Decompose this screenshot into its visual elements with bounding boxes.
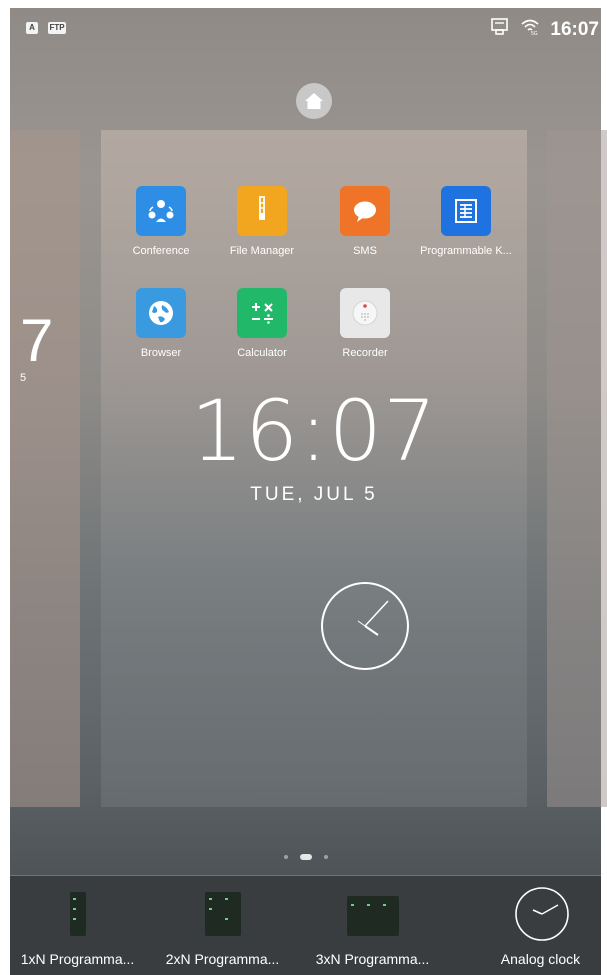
page-dot[interactable] [324, 855, 328, 859]
app-label: Conference [132, 245, 190, 257]
notification-icons: A FTP [26, 22, 66, 34]
analog-clock-widget[interactable] [320, 581, 410, 676]
widget-label: Analog clock [500, 951, 581, 967]
ethernet-icon [490, 18, 510, 41]
screen-border-top [0, 0, 607, 8]
a-badge-icon: A [26, 22, 38, 34]
page-dot-active[interactable] [300, 854, 312, 860]
app-browser[interactable]: Browser [113, 288, 209, 359]
analog-clock-icon [515, 887, 569, 941]
system-icons: 5G 16:07 [490, 18, 601, 41]
widget-tray: 1xN Programma... 2xN Programma... 3xN Pr… [10, 876, 601, 975]
home-icon [305, 93, 323, 109]
widget-1xn-programmable[interactable]: 1xN Programma... [10, 876, 145, 975]
widget-3xn-programmable[interactable]: 3xN Programma... [305, 876, 440, 975]
recorder-icon [340, 288, 390, 338]
widget-analog-clock[interactable]: Analog clock [473, 876, 607, 975]
sms-icon [340, 186, 390, 236]
widget-label: 2xN Programma... [165, 951, 280, 967]
app-calculator[interactable]: Calculator [214, 288, 310, 359]
analog-clock-icon [321, 582, 409, 670]
file-manager-icon [237, 186, 287, 236]
app-recorder[interactable]: Recorder [317, 288, 413, 359]
home-screen-left-preview[interactable]: 7 5 [10, 130, 80, 807]
page-dot[interactable] [284, 855, 288, 859]
widget-preview [204, 892, 241, 936]
programmable-keys-icon [441, 186, 491, 236]
svg-text:5G: 5G [531, 31, 538, 36]
conference-icon [136, 186, 186, 236]
widget-preview [346, 896, 399, 936]
status-bar: A FTP 5G 16:07 [10, 8, 601, 52]
left-screen-date: 5 [20, 372, 27, 384]
home-button[interactable] [296, 83, 332, 119]
app-programmable-keys[interactable]: Programmable K... [418, 186, 514, 257]
digital-clock-date: TUE, JUL 5 [250, 484, 378, 505]
wifi-icon: 5G [520, 18, 540, 41]
app-label: Browser [140, 347, 182, 359]
digital-clock-time[interactable]: 16:07 [101, 382, 527, 480]
app-label: Programmable K... [420, 245, 512, 257]
app-label: Calculator [237, 347, 287, 359]
page-indicator [284, 854, 328, 860]
app-label: Recorder [342, 347, 388, 359]
ftp-badge-icon: FTP [48, 22, 66, 34]
app-sms[interactable]: SMS [317, 186, 413, 257]
app-label: SMS [353, 245, 377, 257]
app-conference[interactable]: Conference [113, 186, 209, 257]
widget-label: 1xN Programma... [20, 951, 135, 967]
calculator-icon [237, 288, 287, 338]
left-screen-clock: 7 [20, 307, 54, 374]
app-file-manager[interactable]: File Manager [214, 186, 310, 257]
widget-preview [69, 892, 86, 936]
browser-icon [136, 288, 186, 338]
widget-2xn-programmable[interactable]: 2xN Programma... [155, 876, 290, 975]
widget-label: 3xN Programma... [315, 951, 430, 967]
home-screen-right-preview[interactable] [547, 130, 607, 807]
status-time: 16:07 [550, 18, 599, 40]
app-label: File Manager [229, 245, 295, 257]
screen-border-left [0, 0, 10, 975]
